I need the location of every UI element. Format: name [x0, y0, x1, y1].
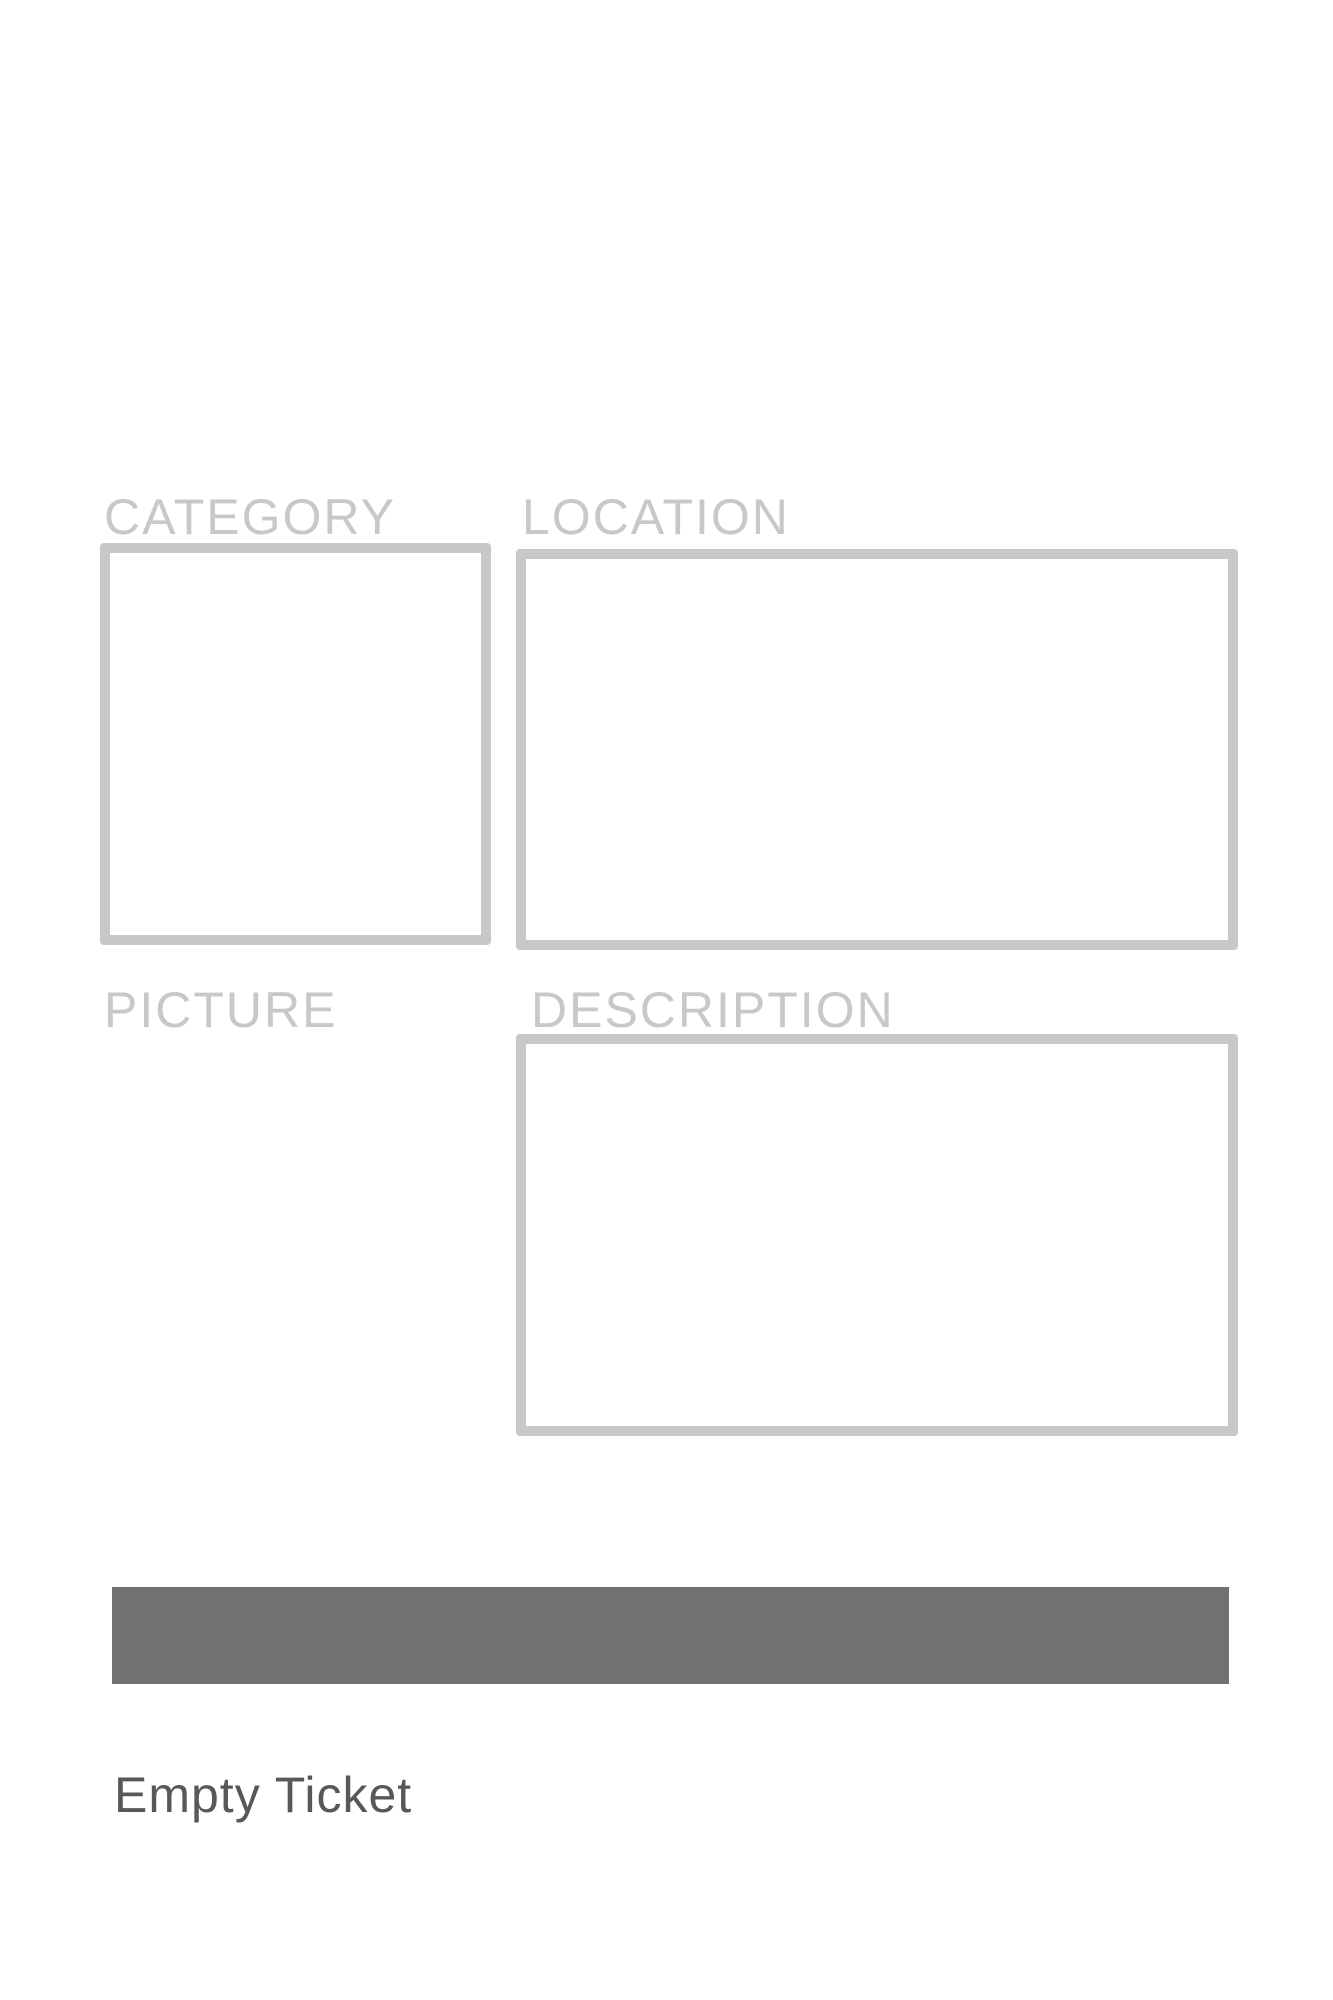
location-label: LOCATION	[522, 489, 790, 545]
ticket-caption: Empty Ticket	[114, 1767, 413, 1823]
category-field[interactable]	[100, 543, 491, 945]
picture-upload-area[interactable]	[100, 1040, 491, 1440]
submit-button[interactable]	[112, 1587, 1229, 1684]
description-label: DESCRIPTION	[531, 982, 895, 1038]
location-field[interactable]	[516, 549, 1238, 950]
picture-label: PICTURE	[104, 982, 338, 1038]
description-field[interactable]	[516, 1034, 1238, 1436]
category-label: CATEGORY	[104, 489, 396, 545]
